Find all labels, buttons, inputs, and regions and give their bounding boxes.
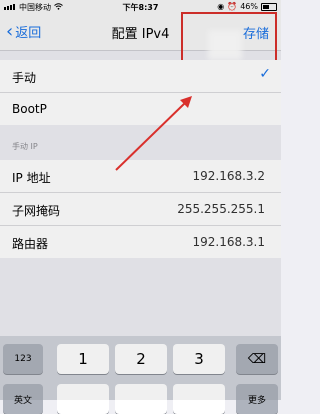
annotation-arrow — [115, 96, 192, 171]
